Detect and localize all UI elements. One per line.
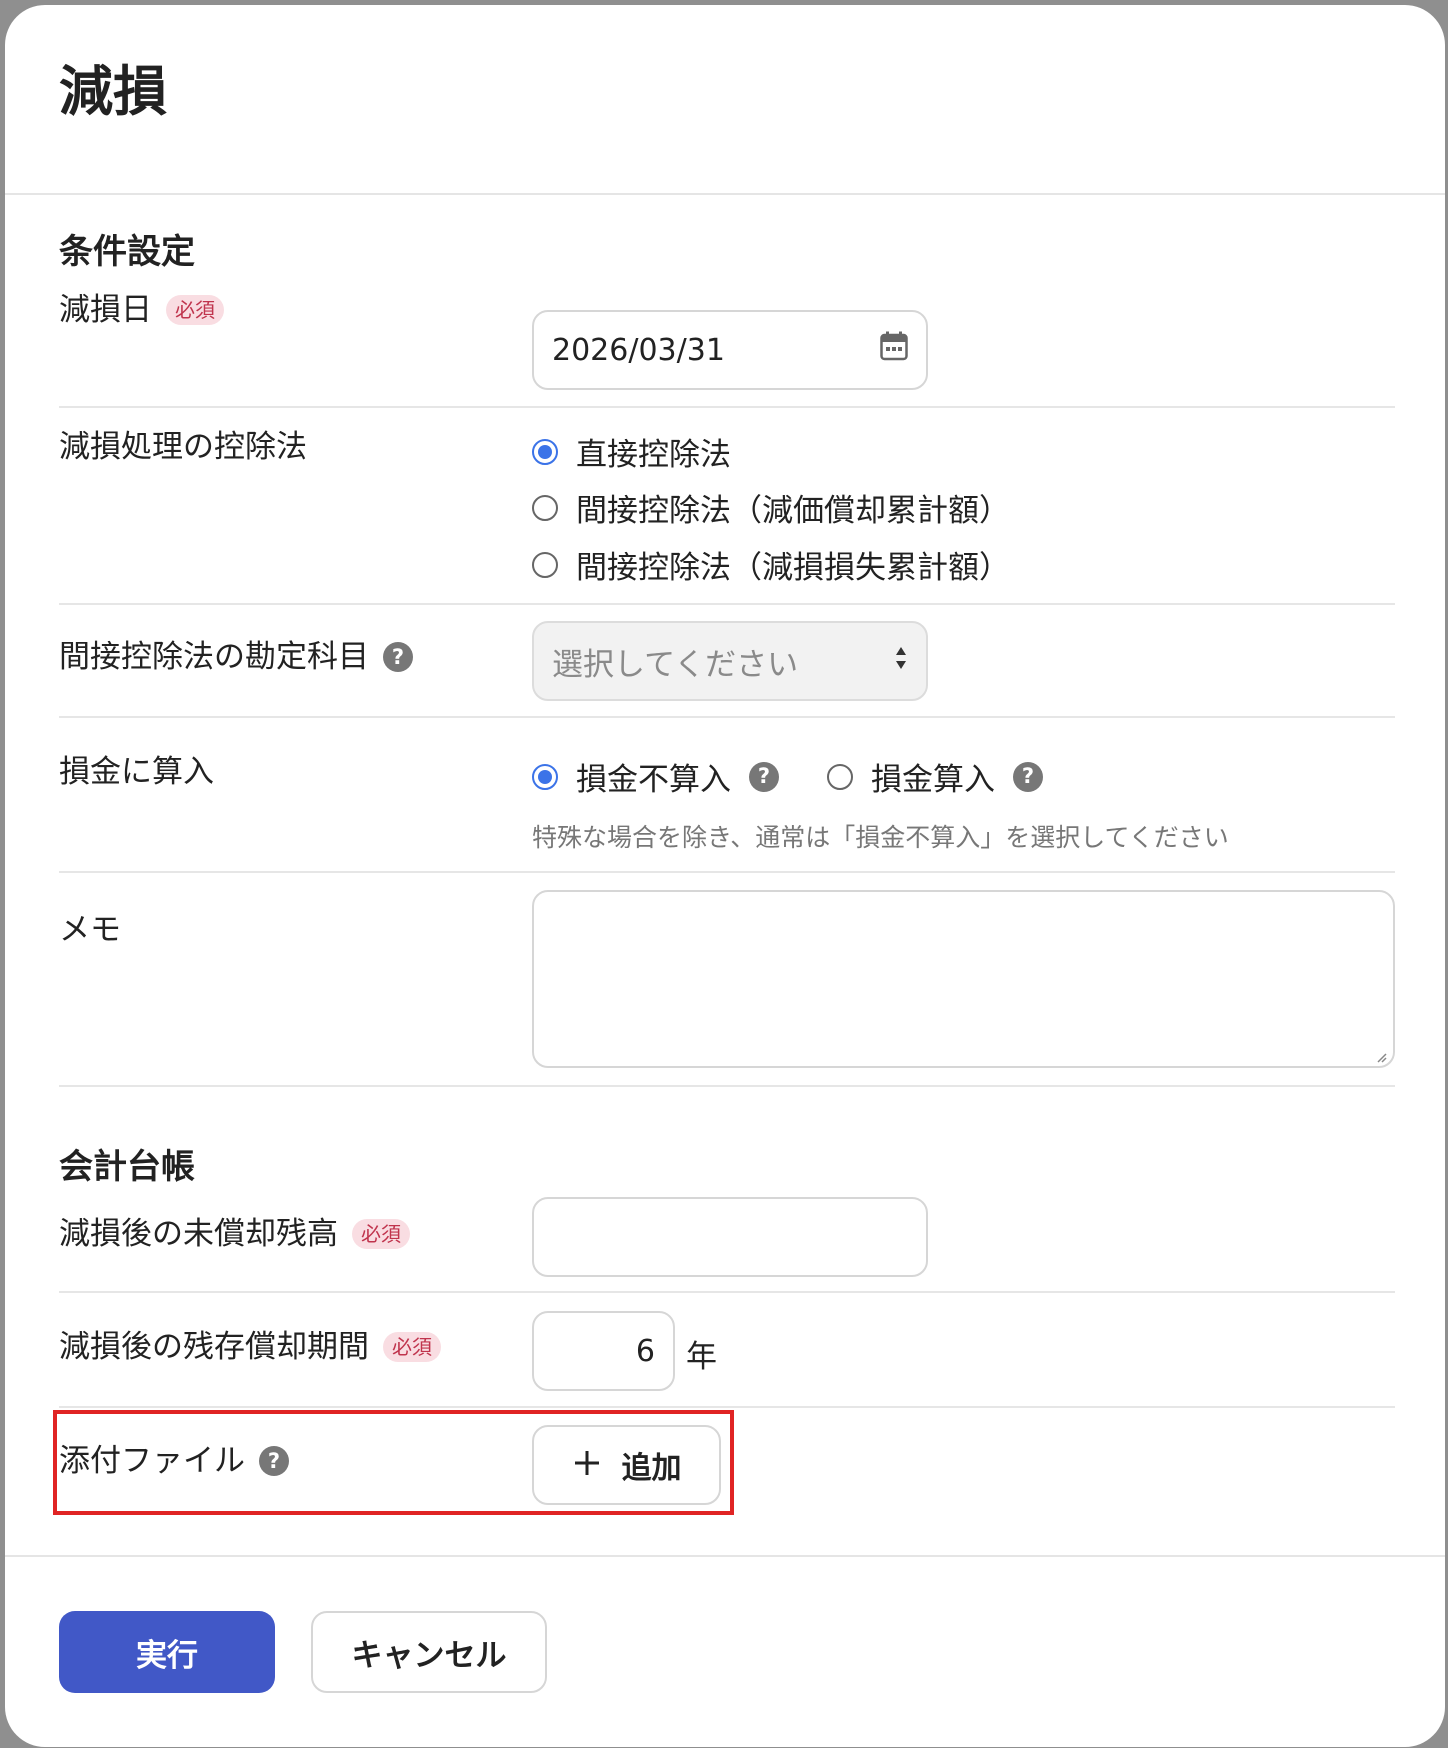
row-divider <box>59 716 1395 718</box>
section-title-ledger: 会計台帳 <box>59 1147 195 1187</box>
deductible-label: 損金に算入 <box>59 755 214 789</box>
memo-label: メモ <box>59 913 121 947</box>
memo-label-text: メモ <box>59 912 121 948</box>
deduction-indirect-depreciation-option[interactable]: 間接控除法（減価償却累計額） <box>532 485 1010 530</box>
remaining-period-input[interactable]: 6 <box>532 1311 675 1391</box>
unamortized-balance-label: 減損後の未償却残高 必須 <box>59 1217 410 1251</box>
deduction-direct-option[interactable]: 直接控除法 <box>532 429 731 474</box>
unamortized-balance-label-text: 減損後の未償却残高 <box>59 1216 338 1252</box>
radio-direct[interactable] <box>532 438 558 465</box>
remaining-period-label-text: 減損後の残存償却期間 <box>59 1329 369 1365</box>
indirect-account-placeholder: 選択してください <box>552 646 799 683</box>
row-divider <box>59 1085 1395 1087</box>
row-divider <box>59 603 1395 605</box>
unamortized-balance-input[interactable] <box>532 1197 928 1277</box>
resize-handle-icon[interactable] <box>1375 1048 1387 1063</box>
deduction-direct-label: 直接控除法 <box>576 437 731 473</box>
row-divider <box>59 1406 1395 1408</box>
memo-textarea[interactable] <box>532 890 1395 1068</box>
indirect-account-label-text: 間接控除法の勘定科目 <box>59 639 369 675</box>
remaining-period-value: 6 <box>635 1333 655 1369</box>
execute-button[interactable]: 実行 <box>59 1611 275 1693</box>
required-badge: 必須 <box>166 295 224 326</box>
radio-deductible[interactable] <box>827 763 853 790</box>
impairment-date-label: 減損日 必須 <box>59 293 224 327</box>
indirect-account-label: 間接控除法の勘定科目 ? <box>59 640 413 674</box>
radio-indirect-impairment[interactable] <box>532 551 558 578</box>
deductible-option-label: 損金算入 <box>871 762 995 798</box>
non-deductible-label: 損金不算入 <box>576 762 731 798</box>
impairment-date-label-text: 減損日 <box>59 292 152 328</box>
deductible-hint: 特殊な場合を除き、通常は「損金不算入」を選択してください <box>532 823 1229 852</box>
deduction-indirect-impairment-option[interactable]: 間接控除法（減損損失累計額） <box>532 542 1010 587</box>
calendar-icon[interactable] <box>880 331 908 369</box>
help-icon[interactable]: ? <box>383 642 413 673</box>
section-title-conditions: 条件設定 <box>59 232 195 272</box>
impairment-dialog: 減損 条件設定 減損日 必須 2026/03/31 減損処理の控除法 直接控除法 <box>5 5 1445 1747</box>
deduction-method-label-text: 減損処理の控除法 <box>59 429 307 465</box>
indirect-account-select[interactable]: 選択してください <box>532 621 928 701</box>
row-divider <box>59 1291 1395 1293</box>
required-badge: 必須 <box>383 1332 441 1363</box>
radio-indirect-depreciation[interactable] <box>532 494 558 521</box>
impairment-date-input[interactable]: 2026/03/31 <box>532 310 928 390</box>
row-divider <box>59 871 1395 873</box>
required-badge: 必須 <box>352 1219 410 1250</box>
cancel-button[interactable]: キャンセル <box>311 1611 547 1693</box>
remaining-period-unit: 年 <box>686 1339 717 1375</box>
remaining-period-label: 減損後の残存償却期間 必須 <box>59 1330 441 1364</box>
impairment-date-value: 2026/03/31 <box>552 332 725 368</box>
deduction-indirect-depreciation-label: 間接控除法（減価償却累計額） <box>576 493 1010 529</box>
dialog-title: 減損 <box>59 60 167 123</box>
deductible-option[interactable]: 損金算入 ? <box>827 754 1043 799</box>
highlight-box <box>53 1410 734 1515</box>
row-divider <box>59 406 1395 408</box>
select-arrows-icon <box>894 643 908 679</box>
help-icon[interactable]: ? <box>749 761 779 792</box>
deduction-indirect-impairment-label: 間接控除法（減損損失累計額） <box>576 550 1010 586</box>
help-icon[interactable]: ? <box>1013 761 1043 792</box>
radio-non-deductible[interactable] <box>532 763 558 790</box>
deduction-method-label: 減損処理の控除法 <box>59 430 307 464</box>
deductible-label-text: 損金に算入 <box>59 754 214 790</box>
non-deductible-option[interactable]: 損金不算入 ? <box>532 754 779 799</box>
dialog-header: 減損 <box>5 5 1445 195</box>
footer-divider <box>5 1555 1445 1557</box>
